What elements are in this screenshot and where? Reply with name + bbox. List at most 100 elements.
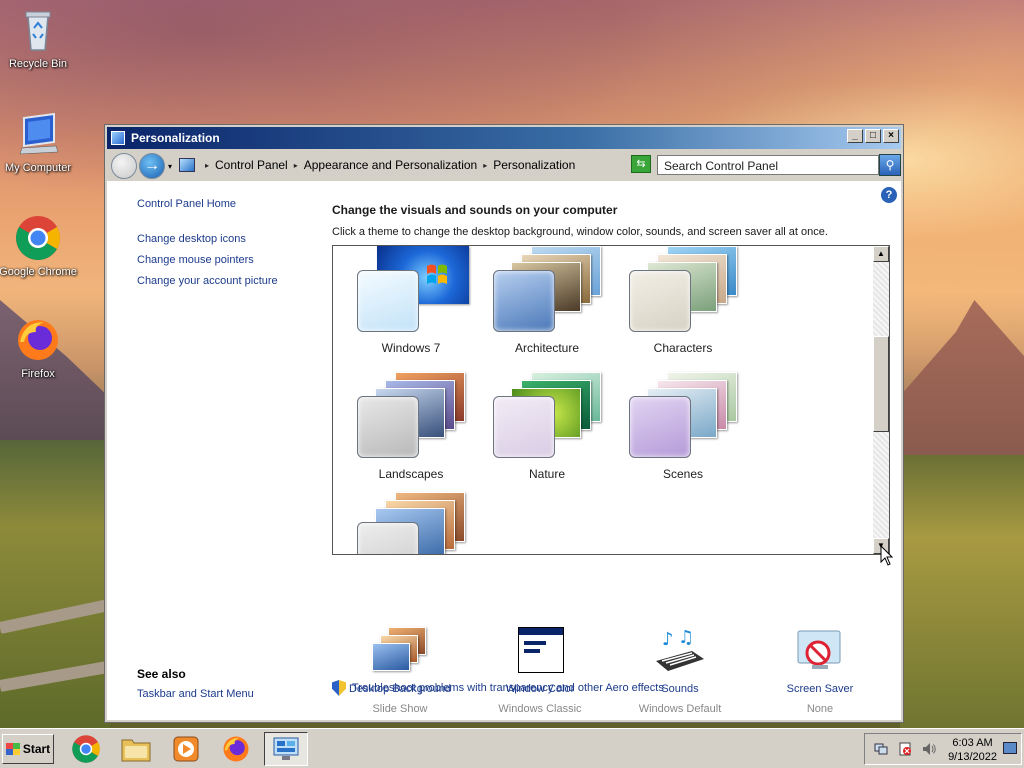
search-icon[interactable]: ⚲	[879, 154, 901, 176]
window-color-item[interactable]: Window Color Windows Classic	[470, 627, 610, 715]
breadcrumb[interactable]: ▸ Control Panel ▸ Appearance and Persona…	[179, 154, 688, 176]
show-desktop-icon[interactable]	[1003, 742, 1017, 754]
theme-label: Scenes	[662, 467, 704, 481]
theme-scenes[interactable]: Scenes	[615, 372, 751, 492]
action-center-icon[interactable]	[897, 741, 913, 757]
sidebar-change-account-picture[interactable]: Change your account picture	[137, 275, 278, 287]
glass-color-swatch	[493, 396, 555, 458]
firefox-icon	[14, 316, 62, 364]
recent-pages-chevron-icon[interactable]: ▾	[168, 162, 172, 171]
taskbar-media-player[interactable]	[164, 732, 208, 766]
taskbar-chrome[interactable]	[64, 732, 108, 766]
start-button[interactable]: Start	[2, 734, 54, 764]
glass-color-swatch	[357, 522, 419, 554]
desktop-icon-label: My Computer	[4, 162, 72, 174]
clock[interactable]: 6:03 AM 9/13/2022	[948, 736, 997, 764]
see-also-taskbar-start-menu[interactable]: Taskbar and Start Menu	[137, 688, 254, 700]
theme-label: Nature	[528, 467, 566, 481]
address-bar: → ▾ ▸ Control Panel ▸ Appearance and Per…	[107, 151, 901, 181]
desktop-icon-google-chrome[interactable]: Google Chrome	[0, 214, 80, 278]
screen-saver-icon	[792, 627, 848, 677]
window-title: Personalization	[131, 131, 220, 145]
glass-color-swatch	[493, 270, 555, 332]
theme-characters[interactable]: Characters	[615, 246, 751, 366]
desktop-background-item[interactable]: Desktop Background Slide Show	[330, 627, 470, 715]
theme-nature[interactable]: Nature	[479, 372, 615, 492]
clock-date: 9/13/2022	[948, 751, 997, 763]
glass-color-swatch	[357, 396, 419, 458]
taskbar: Start 6:03 AM 9/13/2022	[0, 728, 1024, 768]
screen-saver-label[interactable]: Screen Saver	[750, 683, 890, 695]
page-description: Click a theme to change the desktop back…	[332, 226, 828, 238]
search-input[interactable]: Search Control Panel	[657, 155, 879, 175]
desktop-background-icon	[372, 627, 428, 677]
breadcrumb-item[interactable]: Control Panel	[215, 158, 288, 172]
close-button[interactable]: ×	[883, 129, 899, 143]
window-color-icon	[512, 627, 568, 677]
window-controls: _ □ ×	[847, 129, 899, 143]
recycle-bin-icon	[14, 6, 62, 54]
taskbar-personalization[interactable]	[264, 732, 308, 766]
theme-architecture[interactable]: Architecture	[479, 246, 615, 366]
sidebar-change-desktop-icons[interactable]: Change desktop icons	[137, 233, 246, 245]
window-titlebar[interactable]: Personalization _ □ ×	[107, 127, 901, 149]
window-color-value: Windows Classic	[498, 703, 582, 715]
theme-landscapes[interactable]: Landscapes	[343, 372, 479, 492]
breadcrumb-chevron-icon[interactable]: ▸	[205, 161, 209, 170]
forward-button[interactable]: →	[139, 153, 165, 179]
sidebar-change-mouse-pointers[interactable]: Change mouse pointers	[137, 254, 254, 266]
screen-saver-value: None	[806, 703, 834, 715]
troubleshoot-label[interactable]: Troubleshoot problems with transparency …	[352, 682, 664, 694]
desktop-icon-firefox[interactable]: Firefox	[0, 316, 80, 380]
chrome-icon	[14, 214, 62, 262]
windows-flag-icon	[5, 743, 20, 755]
desktop-icon-label: Firefox	[21, 368, 55, 380]
scroll-up-icon[interactable]: ▲	[873, 246, 889, 262]
clock-time: 6:03 AM	[952, 737, 993, 749]
taskbar-file-explorer[interactable]	[114, 732, 158, 766]
screen-saver-item[interactable]: Screen Saver None	[750, 627, 890, 715]
sidebar-control-panel-home[interactable]: Control Panel Home	[137, 198, 236, 210]
theme-windows-7[interactable]: Windows 7	[343, 246, 479, 366]
chrome-icon	[72, 735, 100, 763]
troubleshoot-link[interactable]: Troubleshoot problems with transparency …	[332, 680, 664, 696]
folder-icon	[121, 739, 151, 762]
svg-text:♫: ♫	[678, 627, 694, 648]
see-also-heading: See also	[137, 667, 186, 681]
theme-partial[interactable]	[343, 492, 479, 554]
maximize-button[interactable]: □	[865, 129, 881, 143]
back-button[interactable]	[111, 153, 137, 179]
volume-icon[interactable]	[921, 741, 937, 757]
personalization-icon	[111, 131, 125, 145]
start-label: Start	[22, 742, 51, 756]
theme-list-scrollbar[interactable]: ▲ ▼	[873, 246, 889, 554]
theme-label: Landscapes	[378, 467, 444, 481]
breadcrumb-item[interactable]: Personalization	[493, 158, 575, 172]
theme-label: Windows 7	[381, 341, 441, 355]
refresh-button[interactable]: ⇆	[631, 155, 651, 173]
my-computer-icon	[14, 110, 62, 158]
taskbar-firefox[interactable]	[214, 732, 258, 766]
sounds-icon: ♪ ♫	[652, 627, 708, 677]
sounds-item[interactable]: ♪ ♫ Sounds Windows Default	[610, 627, 750, 715]
desktop-icon-my-computer[interactable]: My Computer	[0, 110, 80, 174]
theme-label: Characters	[653, 341, 713, 355]
desktop-icon-label: Recycle Bin	[8, 58, 68, 70]
desktop-icon-label: Google Chrome	[0, 266, 77, 278]
svg-text:♪: ♪	[662, 629, 674, 650]
control-panel-icon	[179, 158, 195, 172]
breadcrumb-chevron-icon[interactable]: ▸	[294, 161, 298, 170]
minimize-button[interactable]: _	[847, 129, 863, 143]
network-icon[interactable]	[873, 741, 889, 757]
system-tray: 6:03 AM 9/13/2022	[864, 733, 1022, 765]
personalization-icon	[273, 737, 299, 760]
help-icon[interactable]: ?	[881, 187, 897, 203]
content-area: ? Control Panel Home Change desktop icon…	[107, 181, 901, 720]
desktop-icon-recycle-bin[interactable]: Recycle Bin	[0, 6, 80, 70]
glass-color-swatch	[629, 270, 691, 332]
firefox-icon	[223, 736, 249, 762]
scrollbar-thumb[interactable]	[873, 336, 889, 432]
breadcrumb-item[interactable]: Appearance and Personalization	[304, 158, 477, 172]
breadcrumb-chevron-icon[interactable]: ▸	[483, 161, 487, 170]
theme-label: Architecture	[514, 341, 580, 355]
